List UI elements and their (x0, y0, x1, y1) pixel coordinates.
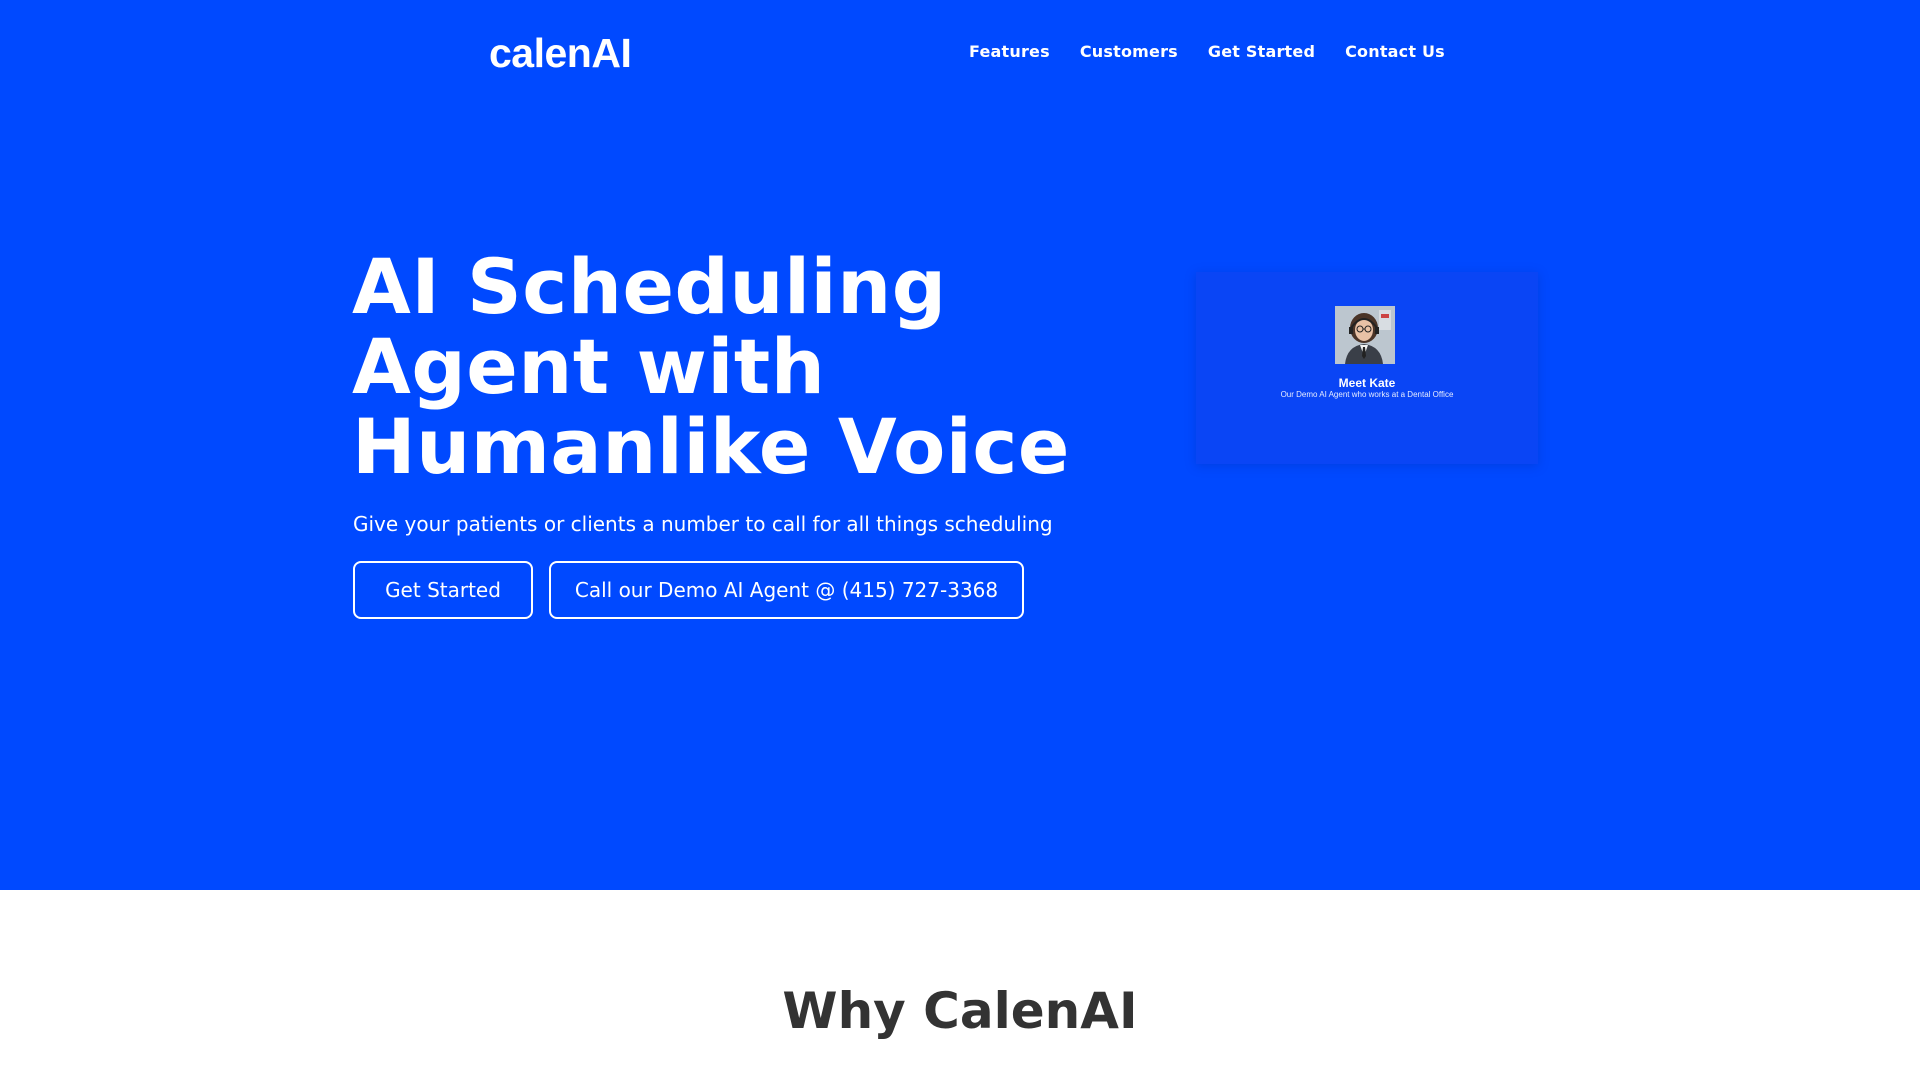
main-nav: Features Customers Get Started Contact U… (969, 42, 1445, 61)
nav-link-get-started[interactable]: Get Started (1208, 42, 1315, 61)
headline-line-3: Humanlike Voice (352, 402, 1070, 491)
demo-agent-card[interactable]: Meet Kate Our Demo AI Agent who works at… (1196, 272, 1538, 464)
agent-description: Our Demo AI Agent who works at a Dental … (1280, 390, 1454, 399)
calenai-logo[interactable]: calenAI (489, 30, 632, 77)
headline-line-2: Agent with (352, 322, 826, 411)
hero-headline: AI Scheduling Agent with Humanlike Voice (352, 247, 1172, 487)
get-started-button[interactable]: Get Started (353, 561, 533, 619)
why-section-title: Why CalenAI (782, 982, 1138, 1040)
headline-line-1: AI Scheduling (352, 242, 947, 331)
hero-section: calenAI Features Customers Get Started C… (0, 0, 1920, 890)
agent-avatar-icon (1335, 306, 1395, 364)
agent-name: Meet Kate (1338, 376, 1396, 390)
nav-link-features[interactable]: Features (969, 42, 1050, 61)
hero-subtitle: Give your patients or clients a number t… (353, 512, 1053, 536)
call-demo-agent-button[interactable]: Call our Demo AI Agent @ (415) 727-3368 (549, 561, 1024, 619)
nav-link-contact-us[interactable]: Contact Us (1345, 42, 1445, 61)
nav-link-customers[interactable]: Customers (1080, 42, 1178, 61)
